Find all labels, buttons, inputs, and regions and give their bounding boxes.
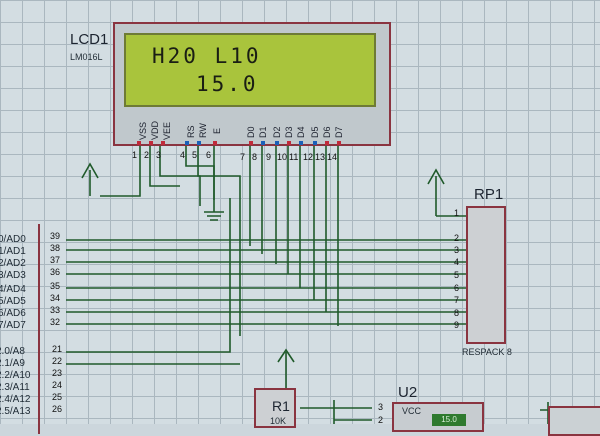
rp1-pin-number: 4 — [454, 257, 460, 267]
mcu-port0-label: 0/AD0 — [0, 234, 26, 245]
u2-pin-number: 3 — [378, 402, 384, 412]
mcu-pin-number: 33 — [50, 305, 61, 315]
pin-marker — [185, 141, 189, 145]
lcd-line-2: 15.0 — [196, 72, 259, 96]
mcu-port0-label: 1/AD1 — [0, 246, 26, 257]
rp1-pin-number: 9 — [454, 320, 460, 330]
pin-marker — [261, 141, 265, 145]
mcu-port2-label: 2.1/A9 — [0, 358, 25, 369]
lcd-pin-number: 2 — [144, 150, 150, 160]
rp1-pin-number: 2 — [454, 233, 460, 243]
lcd-pin-label: D3 — [284, 126, 294, 138]
u2-readout-display: 15.0 — [432, 414, 466, 426]
mcu-port2-label: 2.4/A12 — [0, 394, 31, 405]
mcu-port2-label: 2.2/A10 — [0, 370, 31, 381]
pin-marker — [299, 141, 303, 145]
r1-ref-label: R1 — [272, 398, 290, 414]
lcd-pin-label: D6 — [322, 126, 332, 138]
mcu-pin-number: 37 — [50, 255, 61, 265]
mcu-pin-number: 38 — [50, 243, 61, 253]
pin-marker — [161, 141, 165, 145]
rp1-pin-number: 5 — [454, 270, 460, 280]
lcd-pin-label: VSS — [138, 121, 148, 140]
rp1-ref-label: RP1 — [474, 186, 504, 203]
lcd-pin-label: D7 — [334, 126, 344, 138]
lcd-pin-number: 3 — [156, 150, 162, 160]
r1-value-label: 10K — [270, 416, 287, 426]
mcu-port2-label: 2.5/A13 — [0, 406, 31, 417]
pin-marker — [337, 141, 341, 145]
lcd-pin-label: E — [212, 127, 222, 134]
lcd-pin-number: 10 — [277, 152, 288, 162]
mcu-pin-number: 35 — [50, 281, 61, 291]
mcu-pin-number: 22 — [52, 356, 63, 366]
mcu-pin-number: 34 — [50, 293, 61, 303]
lcd-model-label: LM016L — [70, 52, 103, 62]
pin-marker — [213, 141, 217, 145]
pin-marker — [137, 141, 141, 145]
rp1-pin-number: 8 — [454, 308, 460, 318]
mcu-port2-label: 2.3/A11 — [0, 382, 30, 393]
pin-marker — [249, 141, 253, 145]
mcu-pin-number: 23 — [52, 368, 63, 378]
pin-marker — [197, 141, 201, 145]
resistor-pack-rp1[interactable] — [466, 206, 506, 344]
mcu-port0-label: 6/AD6 — [0, 308, 26, 319]
lcd-pin-number: 9 — [266, 152, 272, 162]
mcu-pin-number: 26 — [52, 404, 63, 414]
lcd-pin-number: 6 — [206, 150, 212, 160]
mcu-pin-number: 25 — [52, 392, 63, 402]
u2-vcc-label: VCC — [402, 406, 422, 416]
mcu-pin-number: 32 — [50, 317, 61, 327]
mcu-port0-label: 4/AD4 — [0, 284, 26, 295]
pin-marker — [325, 141, 329, 145]
lcd-pin-label: D1 — [258, 126, 268, 138]
lcd-pin-label: D4 — [296, 126, 306, 138]
lcd-pin-number: 7 — [240, 152, 246, 162]
mcu-pin-number: 21 — [52, 344, 63, 354]
mcu-port2-label: 2.0/A8 — [0, 346, 25, 357]
lcd-pin-number: 14 — [327, 152, 338, 162]
mcu-pin-number: 24 — [52, 380, 63, 390]
lcd-pin-label: VDD — [150, 120, 160, 140]
mcu-port0-label: 5/AD5 — [0, 296, 26, 307]
rp1-pin-number: 3 — [454, 245, 460, 255]
lcd-pin-number: 4 — [180, 150, 186, 160]
mcu-port0-label: 3/AD3 — [0, 270, 26, 281]
lcd-pin-label: D2 — [272, 126, 282, 138]
lcd-pin-number: 8 — [252, 152, 258, 162]
lcd-pin-number: 11 — [289, 152, 299, 162]
pin-marker — [287, 141, 291, 145]
rp1-pin-number: 7 — [454, 295, 460, 305]
pin-marker — [275, 141, 279, 145]
pin-marker — [313, 141, 317, 145]
pin-marker — [149, 141, 153, 145]
lcd-pin-number: 12 — [303, 152, 314, 162]
lcd-pin-label: D0 — [246, 126, 256, 138]
lcd-ref-label: LCD1 — [70, 31, 109, 48]
lcd-pin-label: RW — [198, 123, 208, 138]
rp1-pin-number: 1 — [454, 208, 460, 218]
rp1-pin-number: 6 — [454, 283, 460, 293]
lcd-pin-label: VEE — [162, 121, 172, 140]
u2-ref-label: U2 — [398, 384, 418, 401]
lcd-pin-number: 5 — [192, 150, 198, 160]
rp1-model-label: RESPACK 8 — [462, 347, 512, 357]
partial-component[interactable] — [548, 406, 600, 436]
lcd-pin-number: 1 — [132, 150, 138, 160]
lcd-pin-label: RS — [186, 125, 196, 138]
lcd-line-1: H20 L10 — [152, 44, 262, 68]
mcu-port0-label: 7/AD7 — [0, 320, 26, 331]
lcd-pin-label: D5 — [310, 126, 320, 138]
lcd-pin-number: 13 — [315, 152, 326, 162]
mcu-port0-label: 2/AD2 — [0, 258, 26, 269]
mcu-pin-number: 39 — [50, 231, 61, 241]
mcu-pin-number: 36 — [50, 267, 61, 277]
